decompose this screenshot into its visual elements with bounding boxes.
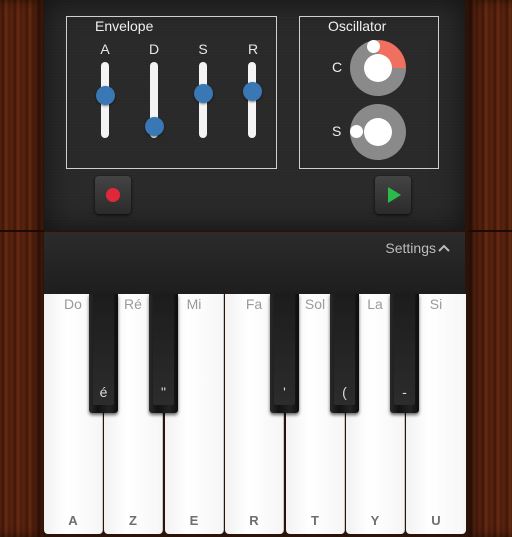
oscillator-title: Oscillator <box>328 18 387 34</box>
record-icon <box>106 188 120 202</box>
dial-label-s: S <box>332 123 342 139</box>
play-button[interactable] <box>375 176 411 214</box>
fader-label-sustain: S <box>198 41 208 57</box>
black-key-re-sharp[interactable]: " <box>149 294 178 413</box>
key-shortcut-label: T <box>311 513 319 528</box>
attack-slider-handle[interactable] <box>96 86 115 105</box>
envelope-title: Envelope <box>95 18 154 34</box>
key-shortcut-label: é <box>99 384 108 400</box>
fader-label-release: R <box>247 41 259 57</box>
key-shortcut-label: Z <box>129 513 137 528</box>
oscillator-s-dial[interactable] <box>350 104 406 160</box>
oscillator-c-dial[interactable] <box>350 40 406 96</box>
dial-label-c: C <box>332 59 343 75</box>
key-shortcut-label: U <box>431 513 441 528</box>
black-key-la-sharp[interactable]: - <box>390 294 419 413</box>
settings-label: Settings <box>385 240 436 256</box>
wood-side-left <box>0 0 44 537</box>
piano-keyboard: Do A Ré Z Mi E Fa R Sol T La Y Si U é " … <box>44 294 466 537</box>
black-key-do-sharp[interactable]: é <box>89 294 118 413</box>
sustain-slider-handle[interactable] <box>194 84 213 103</box>
decay-slider-handle[interactable] <box>145 117 164 136</box>
key-shortcut-label: ( <box>342 384 347 400</box>
play-icon <box>388 187 401 203</box>
black-key-sol-sharp[interactable]: ( <box>330 294 359 413</box>
wood-side-right <box>468 0 512 537</box>
release-slider-handle[interactable] <box>243 82 262 101</box>
record-button[interactable] <box>95 176 131 214</box>
key-shortcut-label: R <box>249 513 259 528</box>
key-shortcut-label: A <box>68 513 78 528</box>
fader-label-attack: A <box>100 41 110 57</box>
key-shortcut-label: - <box>402 384 407 400</box>
chevron-up-icon <box>438 240 450 256</box>
key-shortcut-label: E <box>189 513 199 528</box>
fader-label-decay: D <box>148 41 160 57</box>
key-shortcut-label: ' <box>283 384 286 400</box>
key-shortcut-label: Y <box>370 513 380 528</box>
settings-toggle[interactable]: Settings <box>385 240 450 256</box>
black-key-fa-sharp[interactable]: ' <box>270 294 299 413</box>
key-shortcut-label: " <box>161 384 166 400</box>
